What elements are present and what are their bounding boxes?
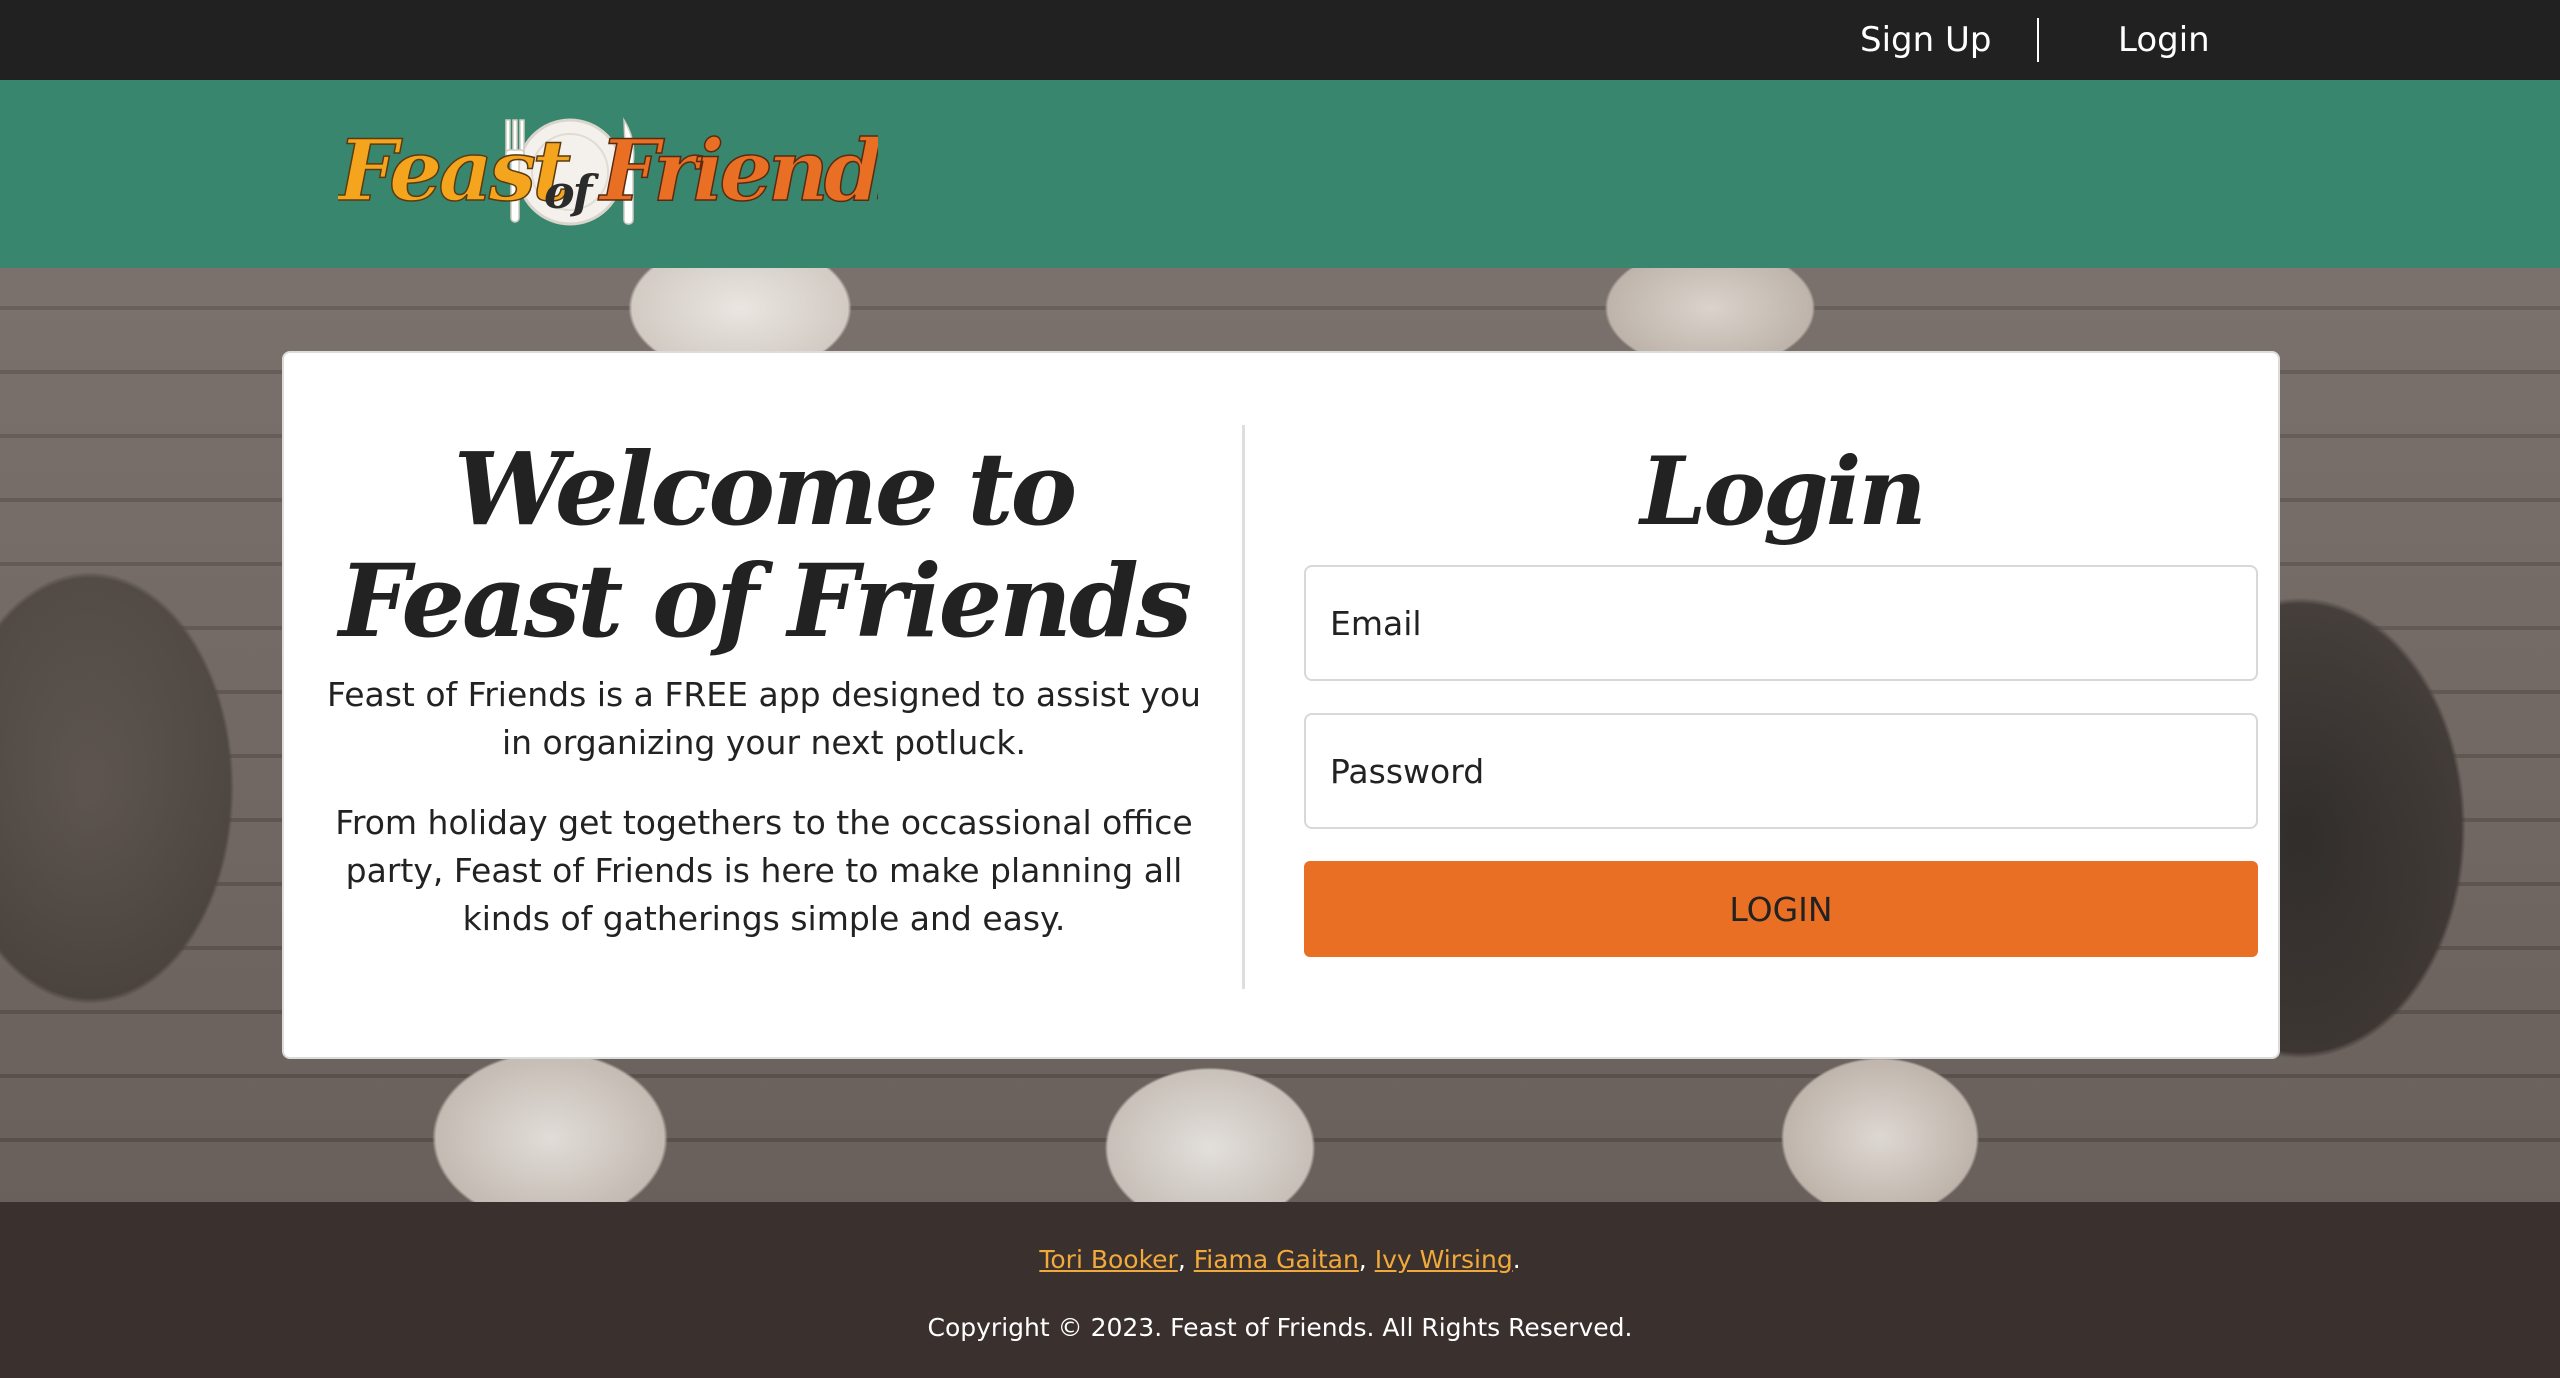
login-link[interactable]: Login	[2118, 0, 2210, 80]
logo-graphic: Feast of Friends	[338, 117, 878, 226]
feast-of-friends-logo[interactable]: Feast of Friends	[338, 112, 878, 232]
welcome-paragraph-2: From holiday get togethers to the occass…	[335, 803, 1193, 938]
welcome-section: Welcome to Feast of Friends Feast of Fri…	[314, 433, 1214, 943]
welcome-heading: Welcome to Feast of Friends	[314, 433, 1214, 657]
author-link[interactable]: Tori Booker	[1039, 1245, 1177, 1274]
copyright-text: Copyright © 2023. Feast of Friends. All …	[927, 1313, 1633, 1342]
author-link[interactable]: Fiama Gaitan	[1194, 1245, 1359, 1274]
signup-link[interactable]: Sign Up	[1860, 0, 1991, 80]
login-title: Login	[1640, 437, 1927, 547]
author-link[interactable]: Ivy Wirsing	[1375, 1245, 1513, 1274]
welcome-login-card: Welcome to Feast of Friends Feast of Fri…	[282, 351, 2280, 1059]
password-field[interactable]	[1304, 713, 2258, 829]
logo-word-friends: Friends	[598, 121, 878, 220]
author-credits: Tori Booker, Fiama Gaitan, Ivy Wirsing.	[0, 1242, 2560, 1278]
welcome-paragraph-1: Feast of Friends is a FREE app designed …	[327, 675, 1201, 762]
brand-header: Feast of Friends	[0, 80, 2560, 268]
logo-word-feast: Feast	[338, 121, 570, 220]
login-button[interactable]: LOGIN	[1304, 861, 2258, 957]
footer: Tori Booker, Fiama Gaitan, Ivy Wirsing. …	[0, 1202, 2560, 1378]
author-separator: ,	[1177, 1245, 1194, 1274]
author-separator: ,	[1358, 1245, 1375, 1274]
top-nav: Sign Up Login	[0, 0, 2560, 80]
credits-terminator: .	[1512, 1245, 1521, 1274]
welcome-heading-line-2: Feast of Friends	[338, 542, 1192, 660]
card-divider	[1242, 425, 1245, 989]
email-field[interactable]	[1304, 565, 2258, 681]
nav-divider	[2037, 18, 2039, 62]
welcome-heading-line-1: Welcome to	[453, 430, 1077, 548]
